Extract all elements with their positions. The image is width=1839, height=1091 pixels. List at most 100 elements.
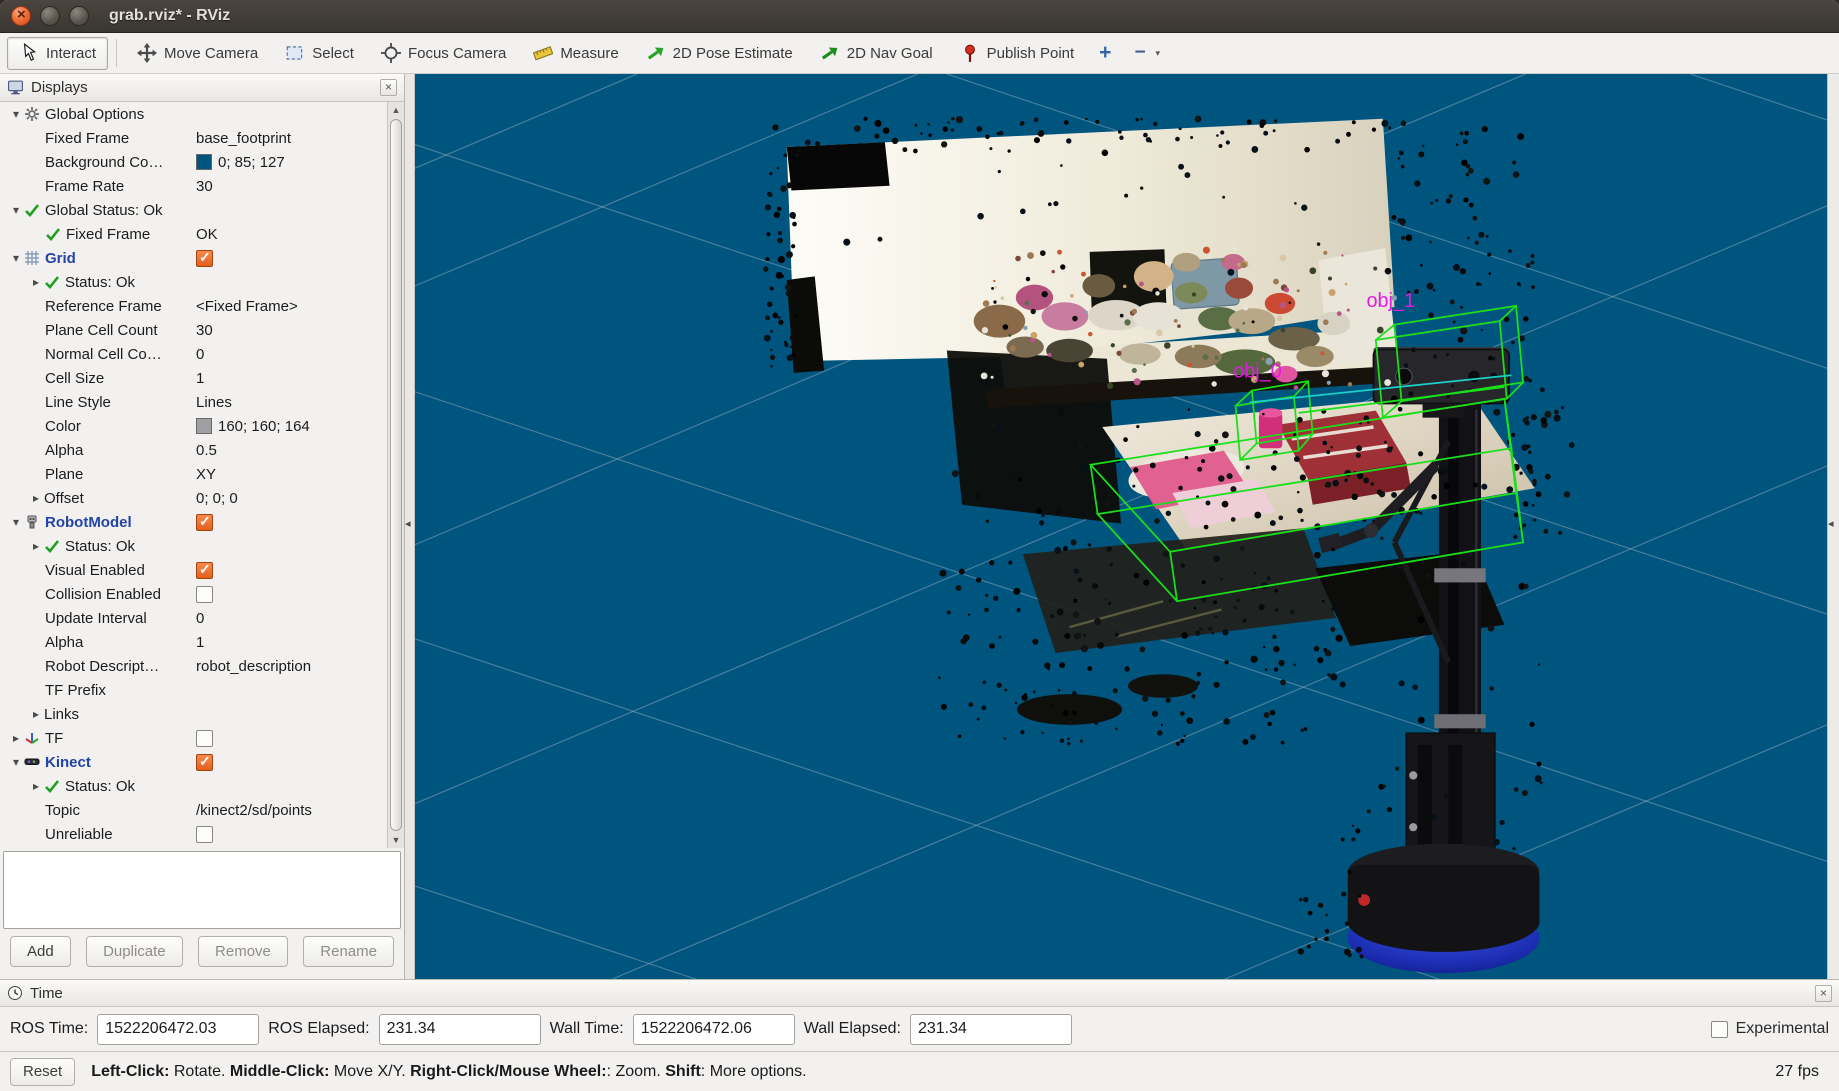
- expander-closed-icon[interactable]: ▸: [28, 779, 44, 793]
- tree-row-global-options[interactable]: ▾Global Options: [0, 102, 387, 126]
- grid-checkbox[interactable]: [196, 250, 213, 267]
- tree-row-value[interactable]: OK: [196, 226, 218, 243]
- time-panel-header[interactable]: Time ×: [0, 980, 1839, 1007]
- duplicate-button[interactable]: Duplicate: [86, 936, 183, 967]
- tree-row-value[interactable]: base_footprint: [196, 130, 291, 147]
- tree-row-value[interactable]: 160; 160; 164: [218, 418, 310, 435]
- panel-splitter[interactable]: ◂: [405, 74, 415, 979]
- 3d-scene[interactable]: obj_0 obj_1: [415, 74, 1827, 979]
- tree-row-fixed-frame[interactable]: Fixed Framebase_footprint: [0, 126, 387, 150]
- add-button[interactable]: Add: [10, 936, 71, 967]
- reset-button[interactable]: Reset: [10, 1058, 75, 1086]
- tree-row-value[interactable]: 0; 0; 0: [196, 490, 238, 507]
- tree-row-value[interactable]: 0.5: [196, 442, 217, 459]
- tree-row-plane[interactable]: PlaneXY: [0, 462, 387, 486]
- color-swatch[interactable]: [196, 418, 212, 434]
- tree-row-visual-enabled[interactable]: Visual Enabled: [0, 558, 387, 582]
- scrollbar-up-button[interactable]: ▲: [388, 102, 404, 118]
- tree-row-status-ok[interactable]: ▸Status: Ok: [0, 534, 387, 558]
- tree-row-update-interval[interactable]: Update Interval0: [0, 606, 387, 630]
- kinect-checkbox[interactable]: [196, 754, 213, 771]
- window-close-button[interactable]: ×: [11, 6, 31, 26]
- tree-row-value[interactable]: 30: [196, 178, 213, 195]
- tree-row-value[interactable]: 1: [196, 634, 204, 651]
- tree-row-collision-enabled[interactable]: Collision Enabled: [0, 582, 387, 606]
- tool-select[interactable]: Select: [273, 37, 366, 70]
- expander-closed-icon[interactable]: ▸: [28, 539, 44, 553]
- wall-elapsed-input[interactable]: [910, 1014, 1072, 1045]
- tree-row-color[interactable]: Color160; 160; 164: [0, 414, 387, 438]
- tool-focus-camera[interactable]: Focus Camera: [369, 37, 518, 70]
- tree-row-frame-rate[interactable]: Frame Rate30: [0, 174, 387, 198]
- collapse-right-panel-icon[interactable]: ◂: [1828, 517, 1834, 530]
- tree-row-value[interactable]: robot_description: [196, 658, 311, 675]
- window-maximize-button[interactable]: [69, 6, 89, 26]
- tree-row-fixed-frame[interactable]: Fixed FrameOK: [0, 222, 387, 246]
- tree-row-background-co[interactable]: Background Co…0; 85; 127: [0, 150, 387, 174]
- tree-row-offset[interactable]: ▸Offset0; 0; 0: [0, 486, 387, 510]
- displays-scrollbar[interactable]: ▲ ▼: [387, 102, 404, 848]
- tree-row-grid[interactable]: ▾Grid: [0, 246, 387, 270]
- expander-open-icon[interactable]: ▾: [8, 203, 24, 217]
- titlebar[interactable]: × grab.rviz* - RViz: [0, 0, 1839, 33]
- scrollbar-down-button[interactable]: ▼: [388, 832, 404, 848]
- tree-row-value[interactable]: 0: [196, 610, 204, 627]
- tree-row-item[interactable]: [0, 846, 387, 848]
- 3d-viewport[interactable]: obj_0 obj_1: [415, 74, 1827, 979]
- tree-row-value[interactable]: 0; 85; 127: [218, 154, 285, 171]
- tree-row-normal-cell-co[interactable]: Normal Cell Co…0: [0, 342, 387, 366]
- displays-close-button[interactable]: ×: [380, 79, 397, 96]
- scrollbar-thumb[interactable]: [390, 119, 402, 831]
- tool-measure[interactable]: Measure: [521, 37, 630, 70]
- tree-row-value[interactable]: /kinect2/sd/points: [196, 802, 312, 819]
- tree-row-robotmodel[interactable]: ▾RobotModel: [0, 510, 387, 534]
- tree-row-reference-frame[interactable]: Reference Frame<Fixed Frame>: [0, 294, 387, 318]
- tree-row-status-ok[interactable]: ▸Status: Ok: [0, 270, 387, 294]
- tree-row-robot-descript[interactable]: Robot Descript…robot_description: [0, 654, 387, 678]
- wall-time-input[interactable]: [633, 1014, 795, 1045]
- tool-2d-nav-goal[interactable]: 2D Nav Goal: [808, 37, 945, 70]
- collision-enabled-checkbox[interactable]: [196, 586, 213, 603]
- tree-row-plane-cell-count[interactable]: Plane Cell Count30: [0, 318, 387, 342]
- tree-row-status-ok[interactable]: ▸Status: Ok: [0, 774, 387, 798]
- visual-enabled-checkbox[interactable]: [196, 562, 213, 579]
- right-panel-handle[interactable]: ◂: [1827, 74, 1839, 979]
- tool-interact[interactable]: Interact: [7, 37, 108, 70]
- tree-row-alpha[interactable]: Alpha1: [0, 630, 387, 654]
- tree-row-value[interactable]: XY: [196, 466, 216, 483]
- experimental-checkbox[interactable]: [1711, 1021, 1728, 1038]
- remove-tool-button[interactable]: −▾: [1124, 37, 1170, 70]
- expander-closed-icon[interactable]: ▸: [28, 275, 44, 289]
- tool-publish-point[interactable]: Publish Point: [948, 37, 1087, 70]
- robotmodel-checkbox[interactable]: [196, 514, 213, 531]
- window-minimize-button[interactable]: [40, 6, 60, 26]
- tf-checkbox[interactable]: [196, 730, 213, 747]
- tree-row-value[interactable]: 0: [196, 346, 204, 363]
- tree-row-value[interactable]: Lines: [196, 394, 232, 411]
- ros-elapsed-input[interactable]: [379, 1014, 541, 1045]
- tool-move-camera[interactable]: Move Camera: [125, 37, 270, 70]
- tree-row-kinect[interactable]: ▾Kinect: [0, 750, 387, 774]
- tree-row-value[interactable]: 1: [196, 370, 204, 387]
- ros-time-input[interactable]: [97, 1014, 259, 1045]
- rename-button[interactable]: Rename: [303, 936, 394, 967]
- displays-panel-header[interactable]: Displays ×: [0, 74, 404, 102]
- unreliable-checkbox[interactable]: [196, 826, 213, 843]
- expander-open-icon[interactable]: ▾: [8, 515, 24, 529]
- tree-row-cell-size[interactable]: Cell Size1: [0, 366, 387, 390]
- tree-row-line-style[interactable]: Line StyleLines: [0, 390, 387, 414]
- collapse-left-panel-icon[interactable]: ◂: [405, 517, 411, 530]
- expander-closed-icon[interactable]: ▸: [28, 707, 44, 721]
- color-swatch[interactable]: [196, 154, 212, 170]
- time-close-button[interactable]: ×: [1815, 985, 1832, 1002]
- expander-open-icon[interactable]: ▾: [8, 755, 24, 769]
- tree-row-alpha[interactable]: Alpha0.5: [0, 438, 387, 462]
- tree-row-global-status-ok[interactable]: ▾Global Status: Ok: [0, 198, 387, 222]
- expander-closed-icon[interactable]: ▸: [28, 491, 44, 505]
- experimental-toggle[interactable]: Experimental: [1711, 1020, 1829, 1038]
- tree-row-tf-prefix[interactable]: TF Prefix: [0, 678, 387, 702]
- tool-2d-pose-estimate[interactable]: 2D Pose Estimate: [634, 37, 805, 70]
- tree-row-links[interactable]: ▸Links: [0, 702, 387, 726]
- expander-open-icon[interactable]: ▾: [8, 107, 24, 121]
- tree-row-tf[interactable]: ▸TF: [0, 726, 387, 750]
